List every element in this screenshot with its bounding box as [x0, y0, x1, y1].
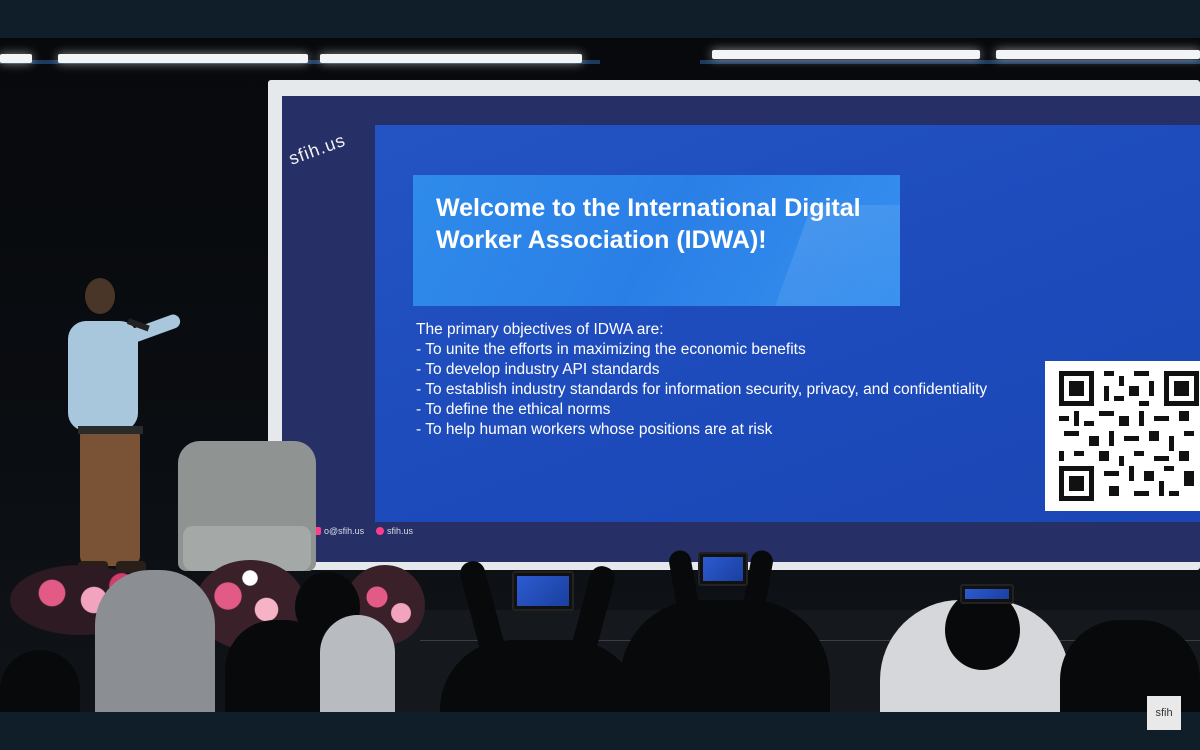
- objective-item: - To unite the efforts in maximizing the…: [416, 341, 806, 358]
- slide-body: The primary objectives of IDWA are: - To…: [416, 320, 996, 440]
- speaker-person: [68, 278, 181, 573]
- ceiling-light: [996, 50, 1200, 59]
- objective-item: - To establish industry standards for in…: [416, 381, 988, 398]
- objective-item: - To define the ethical norms: [416, 401, 611, 418]
- social-instagram: sfih.us: [376, 526, 413, 536]
- objective-item: - To develop industry API standards: [416, 361, 660, 378]
- qr-code: [1045, 361, 1200, 511]
- ceiling-light: [0, 54, 32, 63]
- ceiling-light: [58, 54, 308, 63]
- letterbox-top: [0, 0, 1200, 38]
- audience-phone: [698, 552, 748, 586]
- audience-phone: [512, 571, 574, 611]
- social-instagram-text: sfih.us: [387, 526, 414, 536]
- instagram-icon: [376, 527, 384, 535]
- letterbox-bottom: [0, 712, 1200, 750]
- audience-phone: [960, 584, 1014, 604]
- slide-intro: The primary objectives of IDWA are:: [416, 321, 664, 338]
- slide-title: Welcome to the International Digital Wor…: [436, 194, 861, 254]
- social-email: o@sfih.us: [313, 526, 364, 536]
- audience-member: [95, 570, 215, 712]
- objective-item: - To help human workers whose positions …: [416, 421, 773, 438]
- ceiling-light: [712, 50, 980, 59]
- ceiling-truss-right: [700, 60, 1200, 64]
- social-email-text: o@sfih.us: [324, 526, 365, 536]
- channel-watermark: sfih: [1147, 696, 1181, 730]
- ceiling-light: [320, 54, 582, 63]
- qr-code-icon: [1059, 371, 1199, 501]
- audience-member: [320, 615, 395, 712]
- audience-member: [620, 600, 830, 712]
